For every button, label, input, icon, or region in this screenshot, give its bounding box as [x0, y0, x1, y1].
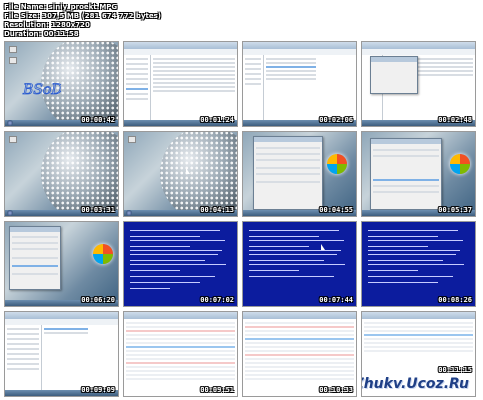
recycle-bin-icon [9, 46, 17, 53]
thumbnail-1[interactable]: BSoD 00:00:42 [4, 41, 119, 127]
window-titlebar [243, 42, 356, 49]
thumbnail-12[interactable]: 00:08:26 [361, 221, 476, 307]
timestamp: 00:07:02 [200, 296, 234, 304]
thumbnail-2[interactable]: 00:01:24 [123, 41, 238, 127]
file-name-text: File Name: siniy_proekt.MPG [4, 3, 118, 11]
window-titlebar [124, 312, 237, 319]
thumbnail-16[interactable]: Zhukv.Ucoz.Ru 00:11:15 [361, 311, 476, 397]
start-orb-icon [126, 210, 132, 216]
start-orb-icon [7, 120, 13, 126]
dome-image [41, 132, 118, 216]
windows-logo-icon [450, 154, 470, 174]
navigation-pane [5, 325, 42, 390]
windows-logo-icon [93, 244, 113, 264]
timestamp: 00:10:33 [319, 386, 353, 394]
navigation-pane [243, 55, 264, 120]
thumbnail-4[interactable]: 00:02:48 [361, 41, 476, 127]
startup-recovery-dialog[interactable] [9, 226, 61, 290]
thumbnail-6[interactable]: 00:04:13 [123, 131, 238, 217]
recycle-bin-icon [9, 136, 17, 143]
window-titlebar [362, 312, 475, 319]
timestamp: 00:08:26 [438, 296, 472, 304]
file-size-text: File Size: 307,5 MB (281 674 772 bytes) [4, 12, 161, 20]
window-titlebar [124, 42, 237, 49]
mouse-cursor-icon [186, 168, 190, 174]
file-list [264, 55, 356, 120]
mouse-cursor-icon [321, 244, 325, 250]
thumbnail-11[interactable]: 00:07:44 [242, 221, 357, 307]
thumbnail-3[interactable]: 00:02:06 [242, 41, 357, 127]
dome-image [160, 132, 237, 216]
watermark-text: Zhukv.Ucoz.Ru [361, 376, 469, 392]
timestamp: 00:04:13 [200, 206, 234, 214]
timestamp: 00:03:31 [81, 206, 115, 214]
timestamp: 00:11:15 [438, 366, 472, 374]
thumbnail-7[interactable]: 00:04:55 [242, 131, 357, 217]
timestamp: 00:06:20 [81, 296, 115, 304]
svg-text:BSoD: BSoD [22, 82, 61, 98]
file-list [151, 55, 237, 120]
timestamp: 00:09:09 [81, 386, 115, 394]
system-properties-dialog[interactable] [253, 136, 323, 210]
window-titlebar [5, 312, 118, 319]
thumbnail-5[interactable]: 00:03:31 [4, 131, 119, 217]
windows-logo-icon [327, 154, 347, 174]
thumbnail-15[interactable]: 00:10:33 [242, 311, 357, 397]
window-titlebar [243, 312, 356, 319]
recycle-bin-icon [128, 136, 136, 143]
file-list [42, 325, 118, 390]
properties-dialog[interactable] [370, 56, 418, 94]
timestamp: 00:09:51 [200, 386, 234, 394]
desktop-icon [9, 57, 17, 64]
timestamp: 00:07:44 [319, 296, 353, 304]
thumbnail-10[interactable]: 00:07:02 [123, 221, 238, 307]
timestamp: 00:01:24 [200, 116, 234, 124]
system-properties-dialog[interactable] [370, 138, 442, 210]
timestamp: 00:00:42 [81, 116, 115, 124]
navigation-pane [124, 55, 151, 120]
resolution-text: Resolution: 1280x720 [4, 21, 90, 29]
start-orb-icon [7, 210, 13, 216]
timestamp: 00:02:06 [319, 116, 353, 124]
thumbnail-8[interactable]: 00:05:37 [361, 131, 476, 217]
window-titlebar [362, 42, 475, 49]
timestamp: 00:02:48 [438, 116, 472, 124]
timestamp: 00:04:55 [319, 206, 353, 214]
thumbnail-13[interactable]: 00:09:09 [4, 311, 119, 397]
duration-text: Duration: 00:11:58 [4, 30, 79, 38]
handwritten-label: BSoD [22, 82, 61, 99]
thumbnail-14[interactable]: 00:09:51 [123, 311, 238, 397]
timestamp: 00:05:37 [438, 206, 472, 214]
thumbnail-9[interactable]: 00:06:20 [4, 221, 119, 307]
